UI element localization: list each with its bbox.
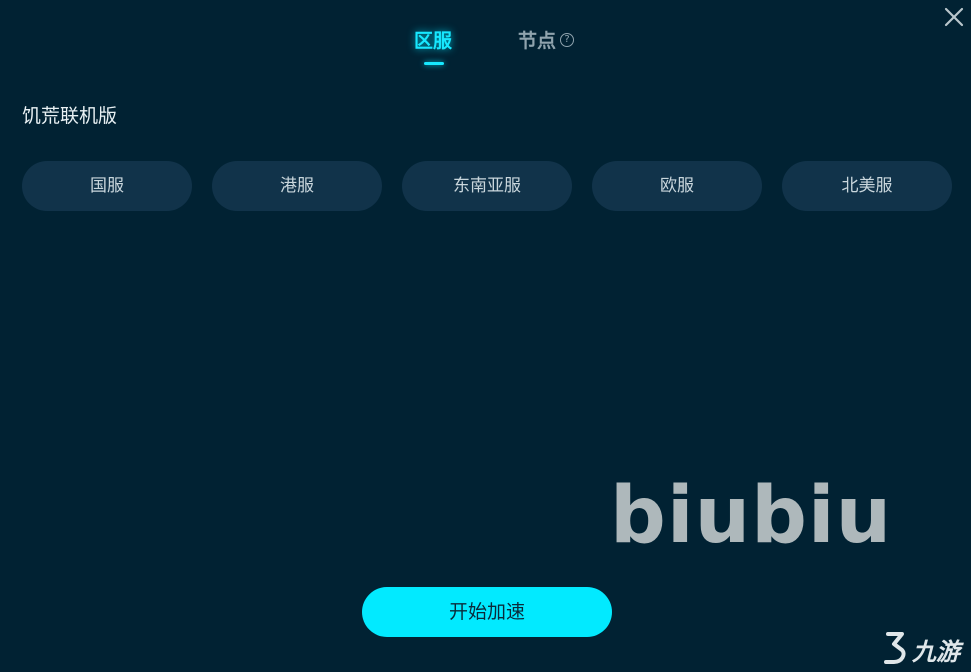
tab-node-label: 节点 [518,30,557,52]
nine-game-logo-icon [884,632,906,664]
tab-node[interactable]: 节点? [518,26,575,53]
active-tab-indicator [424,62,444,65]
server-option-na[interactable]: 北美服 [782,161,952,211]
start-accelerate-button[interactable]: 开始加速 [362,587,612,637]
corner-logo-text: 九游 [912,638,960,666]
game-title: 饥荒联机版 [22,105,118,127]
server-list: 国服 港服 东南亚服 欧服 北美服 [22,161,952,211]
corner-logo: 九游 [880,628,968,668]
server-option-sea[interactable]: 东南亚服 [402,161,572,211]
biubiu-watermark: biubiu [610,471,893,561]
tab-region[interactable]: 区服 [414,26,453,65]
server-option-cn[interactable]: 国服 [22,161,192,211]
tab-bar: 区服 节点? [0,26,971,70]
tab-region-label: 区服 [414,30,453,52]
close-icon[interactable] [943,6,965,28]
server-option-hk[interactable]: 港服 [212,161,382,211]
server-option-eu[interactable]: 欧服 [592,161,762,211]
help-icon[interactable]: ? [560,32,575,47]
watermark-fade [740,548,880,570]
accelerator-window: 区服 节点? 饥荒联机版 国服 港服 东南亚服 欧服 北美服 biubiu 开始… [0,0,971,672]
